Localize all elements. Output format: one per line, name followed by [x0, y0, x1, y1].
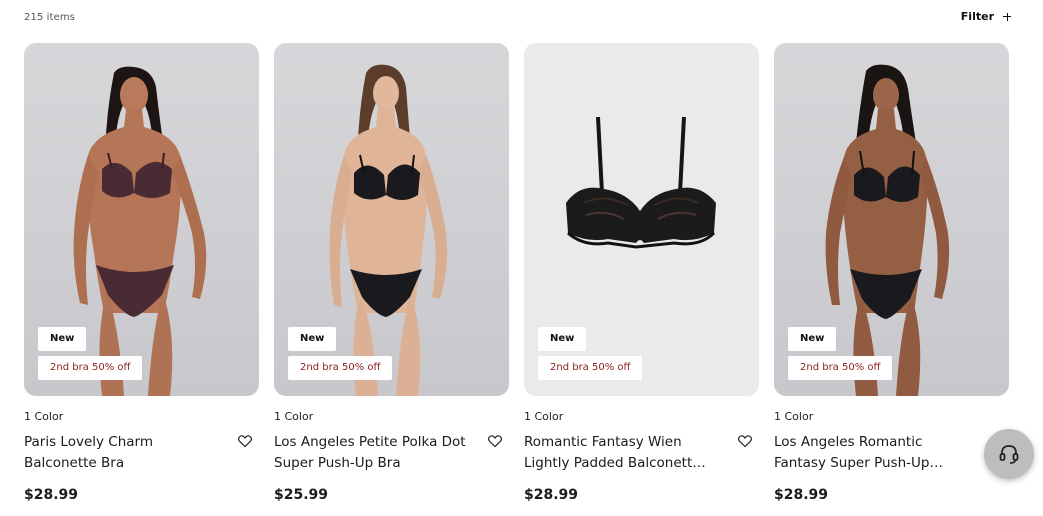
- product-card[interactable]: New 2nd bra 50% off 1 Color Paris Lovely…: [24, 43, 259, 513]
- listing-header: 215 items Filter: [0, 0, 1043, 38]
- badge-promo: 2nd bra 50% off: [38, 356, 143, 380]
- heart-icon[interactable]: [487, 433, 503, 449]
- heart-icon[interactable]: [737, 433, 753, 449]
- item-count: 215 items: [24, 12, 75, 23]
- color-count: 1 Color: [24, 410, 64, 423]
- headset-icon: [999, 445, 1019, 464]
- badge-new: New: [788, 327, 837, 351]
- product-image[interactable]: New 2nd bra 50% off: [24, 43, 259, 396]
- color-count: 1 Color: [774, 410, 814, 423]
- product-card[interactable]: New 2nd bra 50% off 1 Color Los Angeles …: [274, 43, 509, 513]
- product-image[interactable]: New 2nd bra 50% off: [774, 43, 1009, 396]
- product-price: $25.99: [274, 487, 329, 503]
- product-image[interactable]: New 2nd bra 50% off: [524, 43, 759, 396]
- product-card[interactable]: New 2nd bra 50% off 1 Color Los Angeles …: [774, 43, 1009, 513]
- product-title[interactable]: Los Angeles Romantic Fantasy Super Push-…: [774, 432, 974, 474]
- filter-button[interactable]: Filter: [961, 10, 1011, 23]
- filter-label: Filter: [960, 10, 994, 23]
- product-title[interactable]: Paris Lovely Charm Balconette Bra: [24, 432, 224, 474]
- badge-new: New: [538, 327, 587, 351]
- color-count: 1 Color: [524, 410, 564, 423]
- badge-new: New: [288, 327, 337, 351]
- product-title[interactable]: Los Angeles Petite Polka Dot Super Push-…: [274, 432, 474, 474]
- badge-promo: 2nd bra 50% off: [288, 356, 393, 380]
- product-price: $28.99: [774, 487, 829, 503]
- product-price: $28.99: [524, 487, 579, 503]
- product-image[interactable]: New 2nd bra 50% off: [274, 43, 509, 396]
- product-card[interactable]: New 2nd bra 50% off 1 Color Romantic Fan…: [524, 43, 759, 513]
- plus-icon: [1003, 12, 1011, 21]
- support-chat-button[interactable]: [984, 429, 1034, 479]
- product-price: $28.99: [24, 487, 79, 503]
- product-title[interactable]: Romantic Fantasy Wien Lightly Padded Bal…: [524, 432, 724, 474]
- badge-promo: 2nd bra 50% off: [788, 356, 893, 380]
- heart-icon[interactable]: [237, 433, 253, 449]
- badge-promo: 2nd bra 50% off: [538, 356, 643, 380]
- color-count: 1 Color: [274, 410, 314, 423]
- badge-new: New: [38, 327, 87, 351]
